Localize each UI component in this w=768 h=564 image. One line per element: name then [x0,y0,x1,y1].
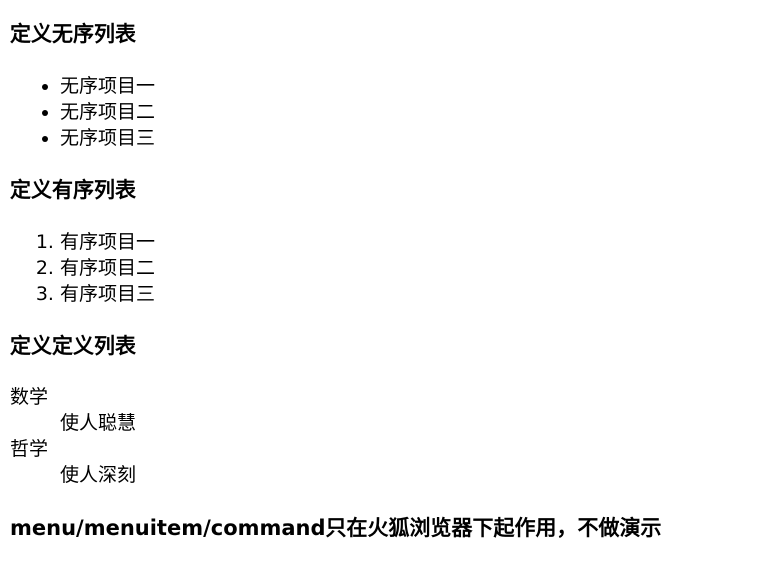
definition-list: 数学 使人聪慧 哲学 使人深刻 [10,384,610,488]
definition-description: 使人聪慧 [60,412,137,434]
list-item: 无序项目一 [60,73,660,99]
definition-description: 使人深刻 [60,464,137,486]
ordered-list: 有序项目一 有序项目二 有序项目三 [10,229,660,307]
unordered-list: 无序项目一 无序项目二 无序项目三 [10,73,660,151]
list-item: 有序项目三 [60,281,660,307]
ordered-list-heading: 定义有序列表 [10,178,136,202]
menu-note-heading: menu/menuitem/command只在火狐浏览器下起作用，不做演示 [10,516,662,540]
definition-term: 数学 [10,386,49,408]
definition-term: 哲学 [10,438,49,460]
list-item: 无序项目三 [60,125,660,151]
unordered-list-heading: 定义无序列表 [10,22,136,46]
list-item: 无序项目二 [60,99,660,125]
list-item: 有序项目二 [60,255,660,281]
definition-list-heading: 定义定义列表 [10,334,136,358]
list-item: 有序项目一 [60,229,660,255]
